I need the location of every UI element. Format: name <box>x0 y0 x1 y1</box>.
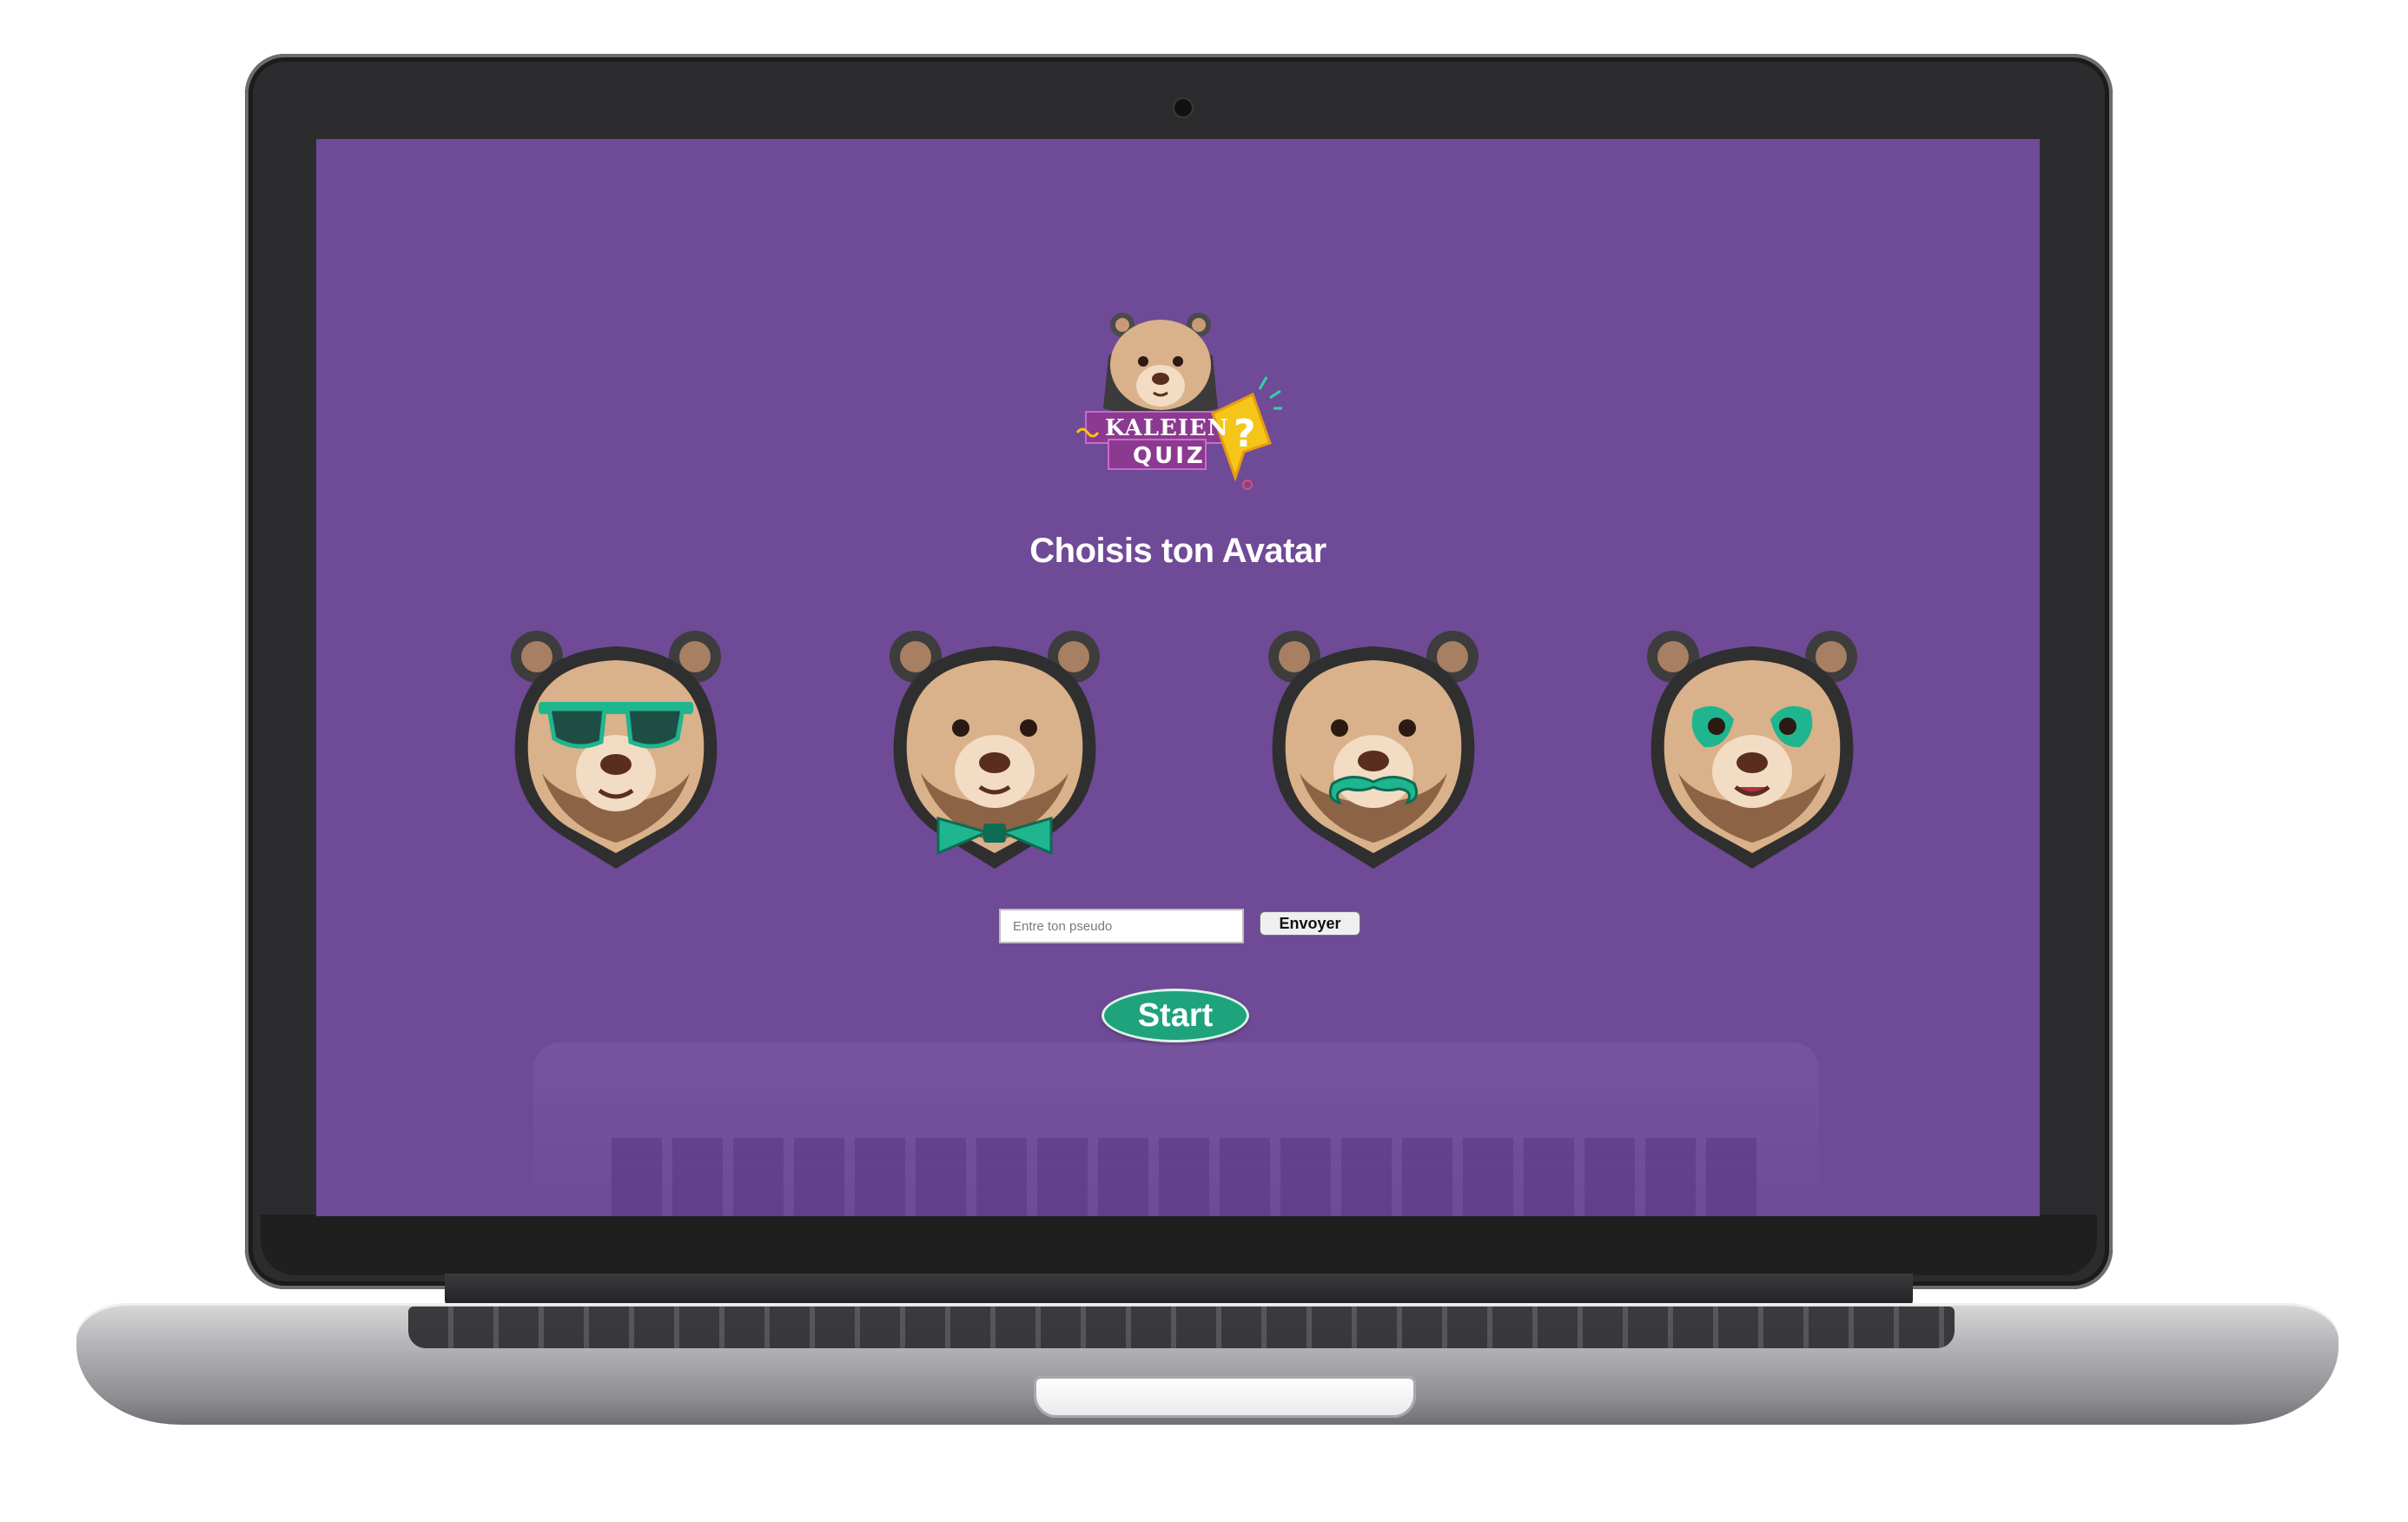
screen-reflection-keys <box>612 1138 1758 1216</box>
laptop-mockup: ? KALEIEN QUIZ Choisis ton Avatar Entre … <box>0 0 2408 1522</box>
avatar-face-paint[interactable] <box>1644 625 1861 869</box>
app-logo: ? KALEIEN QUIZ <box>1074 304 1282 504</box>
send-button[interactable]: Envoyer <box>1260 911 1360 936</box>
logo-text-quiz: QUIZ <box>1133 443 1206 469</box>
app-screen: ? KALEIEN QUIZ Choisis ton Avatar Entre … <box>316 139 2040 1216</box>
avatar-bowtie[interactable] <box>886 625 1103 869</box>
trackpad-notch <box>1034 1376 1416 1418</box>
bear-sunglasses-icon <box>511 631 721 869</box>
logo-bear-icon: ? <box>1075 313 1282 490</box>
avatar-mustache[interactable] <box>1265 625 1482 869</box>
pseudo-input[interactable] <box>999 909 1244 943</box>
keyboard-edge <box>408 1307 1955 1348</box>
bear-mustache-icon <box>1268 631 1479 869</box>
page-title: Choisis ton Avatar <box>1029 532 1326 570</box>
bear-bowtie-icon <box>890 631 1100 869</box>
logo-text-kaleien: KALEIEN <box>1105 415 1229 441</box>
laptop-bezel <box>261 1214 2097 1275</box>
start-button[interactable]: Start <box>1101 989 1249 1042</box>
svg-text:?: ? <box>1234 412 1256 456</box>
webcam <box>1174 99 1192 116</box>
bear-face-paint-icon <box>1647 631 1857 869</box>
avatar-sunglasses[interactable] <box>507 625 724 869</box>
